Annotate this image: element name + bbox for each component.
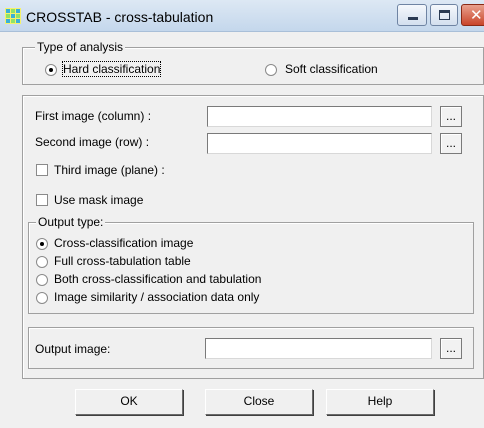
analysis-type-label: Type of analysis xyxy=(35,40,126,54)
hard-classification-radio[interactable] xyxy=(45,64,57,76)
maximize-icon xyxy=(439,10,450,20)
full-tabulation-label[interactable]: Full cross-tabulation table xyxy=(54,254,191,268)
close-window-button[interactable]: ✕ xyxy=(461,4,484,26)
soft-classification-label[interactable]: Soft classification xyxy=(285,62,378,76)
minimize-button[interactable] xyxy=(397,4,427,26)
hard-classification-label[interactable]: Hard classification xyxy=(61,61,162,77)
window-title: CROSSTAB - cross-tabulation xyxy=(26,9,214,25)
similarity-only-radio[interactable] xyxy=(36,292,48,304)
help-button[interactable]: Help xyxy=(326,389,434,415)
full-tabulation-radio[interactable] xyxy=(36,256,48,268)
output-image-browse-button[interactable]: ... xyxy=(440,338,462,359)
cross-classification-radio[interactable] xyxy=(36,238,48,250)
title-bar[interactable]: CROSSTAB - cross-tabulation ✕ xyxy=(0,0,484,32)
first-image-label: First image (column) : xyxy=(35,109,152,123)
grid-icon xyxy=(5,8,21,24)
output-image-input[interactable] xyxy=(205,338,432,359)
maximize-button[interactable] xyxy=(430,4,458,26)
soft-classification-radio[interactable] xyxy=(265,64,277,76)
first-image-input[interactable] xyxy=(207,106,432,127)
similarity-only-label[interactable]: Image similarity / association data only xyxy=(54,290,259,304)
first-image-browse-button[interactable]: ... xyxy=(440,106,462,127)
second-image-browse-button[interactable]: ... xyxy=(440,133,462,154)
output-image-label: Output image: xyxy=(35,342,111,356)
output-type-label: Output type: xyxy=(36,215,106,229)
mask-image-checkbox[interactable] xyxy=(36,194,48,206)
both-outputs-label[interactable]: Both cross-classification and tabulation xyxy=(54,272,261,286)
close-button[interactable]: Close xyxy=(205,389,313,415)
ok-button[interactable]: OK xyxy=(75,389,183,415)
second-image-input[interactable] xyxy=(207,133,432,154)
crosstab-dialog: CROSSTAB - cross-tabulation ✕ Type of an… xyxy=(0,0,484,428)
cross-classification-label[interactable]: Cross-classification image xyxy=(54,236,193,250)
minimize-icon xyxy=(408,17,418,20)
third-image-checkbox[interactable] xyxy=(36,164,48,176)
second-image-label: Second image (row) : xyxy=(35,135,150,149)
third-image-label[interactable]: Third image (plane) : xyxy=(54,163,165,177)
both-outputs-radio[interactable] xyxy=(36,274,48,286)
mask-image-label[interactable]: Use mask image xyxy=(54,193,143,207)
close-icon: ✕ xyxy=(470,6,483,24)
